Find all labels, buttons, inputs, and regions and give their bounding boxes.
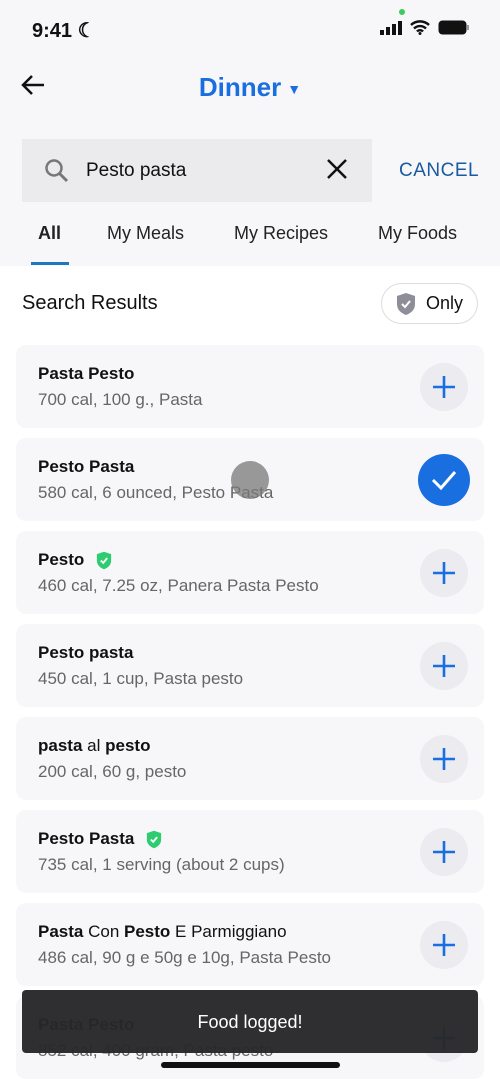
plus-icon [433, 841, 455, 863]
verified-only-filter[interactable]: Only [381, 283, 478, 324]
meal-selector[interactable]: Dinner ▼ [0, 72, 500, 103]
food-result-item[interactable]: pasta al pesto 200 cal, 60 g, pesto [16, 717, 484, 800]
clear-search-icon[interactable] [326, 155, 348, 187]
verified-badge-icon [96, 551, 112, 570]
title-segment: E Parmiggiano [170, 922, 287, 941]
plus-icon [433, 748, 455, 770]
food-title: Pesto Pasta [38, 457, 134, 477]
food-result-item[interactable]: Pesto Pasta 735 cal, 1 serving (about 2 c… [16, 810, 484, 893]
add-food-button[interactable] [420, 363, 468, 411]
home-indicator[interactable] [161, 1062, 340, 1068]
signal-icon [380, 20, 402, 35]
caret-down-icon: ▼ [287, 81, 302, 98]
food-details: 200 cal, 60 g, pesto [38, 762, 187, 781]
title-segment: Pasta Pesto [38, 364, 135, 383]
food-details: 450 cal, 1 cup, Pasta pesto [38, 669, 244, 688]
search-icon [45, 158, 69, 182]
search-results-heading: Search Results [22, 292, 158, 314]
title-segment: Pesto [38, 550, 85, 569]
touch-indicator [231, 461, 269, 499]
food-details: 700 cal, 100 g., Pasta [38, 390, 203, 409]
add-food-button[interactable] [420, 828, 468, 876]
add-food-button[interactable] [420, 735, 468, 783]
title-segment: Pesto [124, 922, 171, 941]
status-time: 9:41 ☾ [32, 20, 96, 42]
add-food-button[interactable] [420, 549, 468, 597]
verified-shield-icon [396, 292, 415, 315]
tab-all[interactable]: All [38, 223, 61, 244]
add-food-button[interactable] [420, 642, 468, 690]
search-input[interactable]: Pesto pasta [22, 139, 372, 202]
food-details: 460 cal, 7.25 oz, Panera Pasta Pesto [38, 576, 319, 595]
food-title: Pasta Pesto [38, 364, 134, 384]
moon-icon: ☾ [77, 20, 96, 42]
title-segment: Pasta [38, 922, 84, 941]
add-food-button[interactable] [420, 921, 468, 969]
battery-icon [438, 20, 469, 35]
tab-my-meals[interactable]: My Meals [107, 223, 184, 244]
food-title: Pasta Con Pesto E Parmiggiano [38, 922, 287, 942]
plus-icon [433, 376, 455, 398]
food-title: Pesto pasta [38, 643, 133, 663]
title-segment: Pesto Pasta [38, 829, 135, 848]
title-segment: Con [83, 922, 125, 941]
tab-my-recipes[interactable]: My Recipes [234, 223, 328, 244]
food-title: Pesto Pasta [38, 829, 162, 849]
food-result-item[interactable]: Pesto 460 cal, 7.25 oz, Panera Pasta Pest… [16, 531, 484, 614]
title-segment: Pesto Pasta [38, 457, 135, 476]
logged-check-button[interactable] [418, 454, 470, 506]
title-segment: Pesto pasta [38, 643, 134, 662]
food-result-item[interactable]: Pasta Pesto 700 cal, 100 g., Pasta [16, 345, 484, 428]
tab-my-foods[interactable]: My Foods [378, 223, 457, 244]
food-result-item[interactable]: Pasta Con Pesto E Parmiggiano 486 cal, 90… [16, 903, 484, 986]
plus-icon [433, 934, 455, 956]
title-segment: al [82, 736, 106, 755]
cancel-button[interactable]: CANCEL [399, 160, 479, 182]
title-segment: pesto [105, 736, 151, 755]
food-details: 486 cal, 90 g e 50g e 10g, Pasta Pesto [38, 948, 331, 967]
food-title: Pesto [38, 550, 112, 570]
title-segment: pasta [38, 736, 83, 755]
toast: Food logged! [22, 990, 478, 1053]
status-icons [380, 20, 470, 35]
food-title: pasta al pesto [38, 736, 150, 756]
plus-icon [433, 562, 455, 584]
active-tab-indicator [31, 262, 69, 265]
food-details: 735 cal, 1 serving (about 2 cups) [38, 855, 285, 874]
food-result-item[interactable]: Pesto pasta 450 cal, 1 cup, Pasta pesto [16, 624, 484, 707]
verified-badge-icon [146, 830, 162, 849]
plus-icon [433, 655, 455, 677]
privacy-indicator [399, 9, 405, 15]
wifi-icon [410, 20, 430, 35]
